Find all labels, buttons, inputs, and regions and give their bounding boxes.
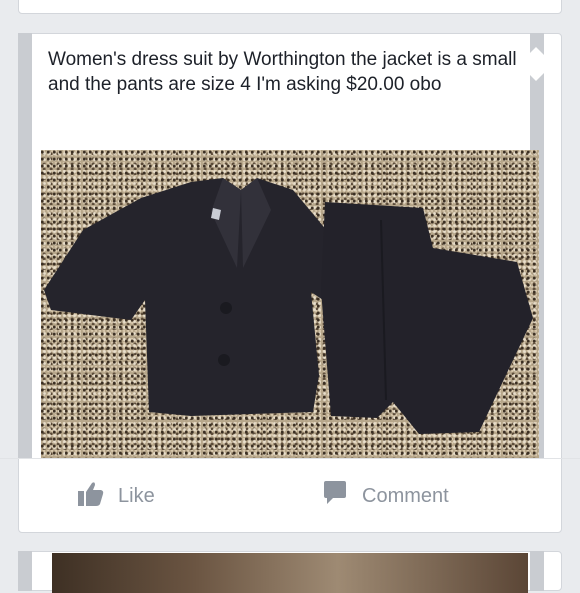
jacket-button bbox=[220, 302, 232, 314]
like-label: Like bbox=[118, 484, 155, 507]
next-right-frame-bar bbox=[530, 551, 544, 591]
next-left-frame-bar bbox=[18, 551, 32, 591]
suit-photo[interactable] bbox=[41, 150, 539, 458]
comment-label: Comment bbox=[362, 484, 449, 507]
like-button[interactable]: Like bbox=[78, 481, 155, 511]
previous-post-card bbox=[18, 0, 562, 14]
post-header: Women's dress suit by Worthington the ja… bbox=[0, 33, 580, 150]
next-post-photo[interactable] bbox=[52, 553, 528, 593]
jacket-shape bbox=[44, 178, 333, 416]
thumbs-up-icon bbox=[78, 480, 104, 512]
post-actions-bar: Like Comment bbox=[0, 458, 580, 533]
jacket-button bbox=[218, 354, 230, 366]
comment-button[interactable]: Comment bbox=[322, 481, 449, 511]
post-text: Women's dress suit by Worthington the ja… bbox=[48, 49, 517, 95]
pants-shape bbox=[321, 202, 533, 434]
comment-bubble-icon bbox=[322, 480, 348, 512]
